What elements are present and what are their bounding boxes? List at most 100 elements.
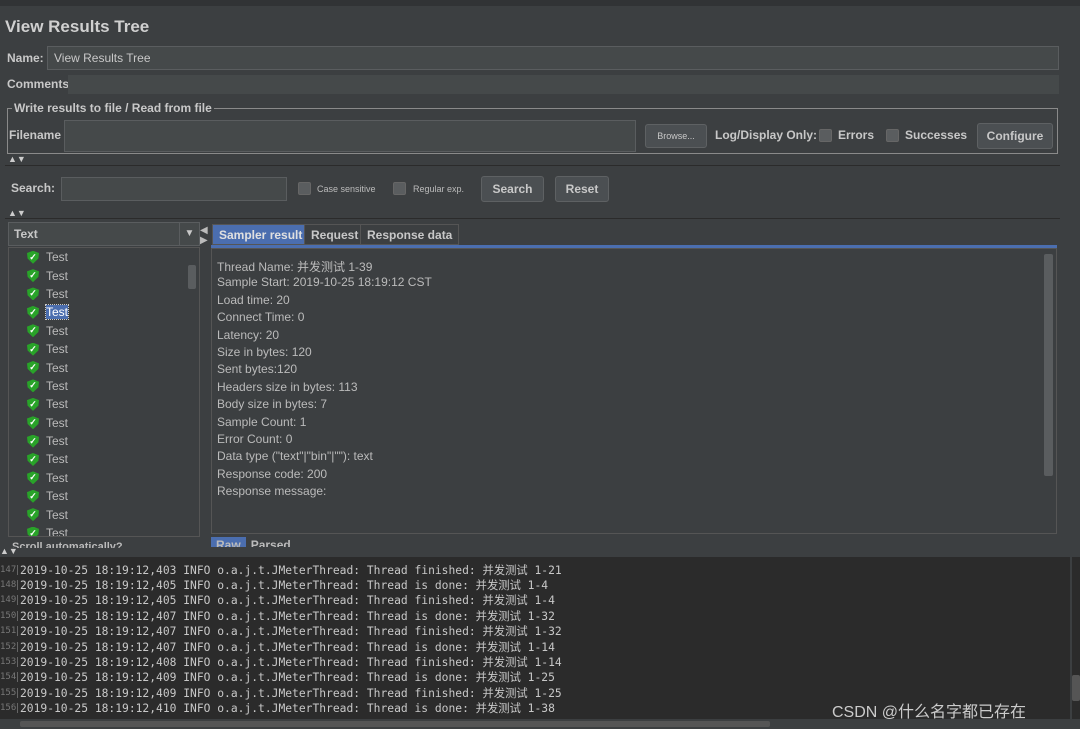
- tree-item[interactable]: ✓ Test: [9, 358, 199, 376]
- tree-item-label: Test: [46, 268, 69, 283]
- configure-button[interactable]: Configure: [977, 123, 1053, 149]
- log-vscroll[interactable]: [1072, 557, 1080, 719]
- log-line: 147 2019-10-25 18:19:12,403 INFO o.a.j.t.…: [0, 562, 1070, 577]
- search-input[interactable]: [61, 177, 287, 201]
- result-line: Sent bytes:120: [217, 362, 298, 377]
- tree-item-label: Test: [46, 526, 69, 537]
- result-scrollbar[interactable]: [1044, 254, 1053, 476]
- tree-item-label: Test: [46, 434, 69, 449]
- regular-exp-checkbox[interactable]: [393, 182, 406, 195]
- tree-item-label: Test: [46, 470, 69, 485]
- filename-label: Filename: [9, 128, 62, 142]
- result-line: Headers size in bytes: 113: [217, 379, 358, 394]
- log-text: 2019-10-25 18:19:12,410 INFO o.a.j.t.JMe…: [20, 702, 555, 716]
- success-shield-icon: ✓: [27, 397, 39, 411]
- name-input[interactable]: View Results Tree: [47, 46, 1059, 70]
- tab-1[interactable]: Request: [304, 224, 366, 245]
- sampler-result-panel: Thread Name: 并发测试 1-39 Sample Start: 2019…: [211, 248, 1057, 534]
- log-panel[interactable]: 147 2019-10-25 18:19:12,403 INFO o.a.j.t.…: [0, 557, 1070, 719]
- regular-exp-label: Regular exp.: [413, 184, 465, 194]
- tree-item[interactable]: ✓ Test: [9, 340, 199, 358]
- result-line: Load time: 20: [217, 292, 290, 307]
- log-splitter[interactable]: ▲▼: [0, 546, 1080, 557]
- tree-item[interactable]: ✓ Test: [9, 524, 199, 537]
- case-sensitive-checkbox[interactable]: [298, 182, 311, 195]
- tree-item-label: Test: [46, 286, 69, 301]
- success-shield-icon: ✓: [27, 269, 39, 283]
- tree-item-label: Test: [46, 323, 69, 338]
- renderer-select[interactable]: Text ▼: [8, 222, 200, 246]
- tree-item[interactable]: ✓ Test: [9, 432, 199, 450]
- tree-item-label: Test: [46, 489, 69, 504]
- name-label: Name:: [7, 51, 44, 65]
- collapse-arrows-icon[interactable]: ▲▼: [8, 154, 26, 164]
- page-title: View Results Tree: [5, 17, 150, 36]
- log-text: 2019-10-25 18:19:12,403 INFO o.a.j.t.JMe…: [20, 563, 562, 577]
- tree-item[interactable]: ✓ Test: [9, 303, 199, 321]
- tree-item[interactable]: ✓ Test: [9, 377, 199, 395]
- line-number: 155: [0, 687, 18, 698]
- log-text: 2019-10-25 18:19:12,408 INFO o.a.j.t.JMe…: [20, 656, 562, 670]
- results-tree: ✓ Test ✓ Test ✓ Test ✓ Test ✓ Test ✓ Test ✓ Test ✓ Test…: [8, 247, 200, 537]
- success-shield-icon: ✓: [27, 526, 39, 536]
- tree-item-label: Test: [46, 507, 69, 522]
- tree-item[interactable]: ✓ Test: [9, 248, 199, 266]
- successes-checkbox[interactable]: [886, 129, 899, 142]
- divider: [5, 165, 1060, 166]
- comments-input[interactable]: [68, 75, 1059, 94]
- browse-button[interactable]: Browse...: [645, 124, 707, 148]
- tab-0[interactable]: Sampler result: [212, 224, 310, 245]
- success-shield-icon: ✓: [27, 361, 39, 375]
- tree-item[interactable]: ✓ Test: [9, 414, 199, 432]
- tree-item[interactable]: ✓ Test: [9, 487, 199, 505]
- errors-checkbox[interactable]: [819, 129, 832, 142]
- tree-item[interactable]: ✓ Test: [9, 266, 199, 284]
- errors-label: Errors: [838, 128, 875, 142]
- result-line: Data type ("text"|"bin"|""): text: [217, 449, 373, 464]
- tab-parsed[interactable]: Parsed: [246, 537, 296, 547]
- reset-button[interactable]: Reset: [555, 176, 609, 202]
- split-arrows-icon[interactable]: ◀ ▶: [200, 226, 208, 246]
- filename-input[interactable]: [64, 120, 636, 152]
- log-line: 150 2019-10-25 18:19:12,407 INFO o.a.j.t.…: [0, 608, 1070, 623]
- tree-item-label: Test: [46, 342, 69, 357]
- log-text: 2019-10-25 18:19:12,405 INFO o.a.j.t.JMe…: [20, 594, 555, 608]
- search-button[interactable]: Search: [481, 176, 544, 202]
- tree-item-label: Test: [44, 304, 70, 321]
- tree-item[interactable]: ✓ Test: [9, 450, 199, 468]
- tree-item-label: Test: [46, 397, 69, 412]
- tree-item-label: Test: [46, 250, 69, 265]
- top-bar: [0, 0, 1080, 6]
- line-number: 150: [0, 610, 18, 621]
- tree-item[interactable]: ✓ Test: [9, 505, 199, 523]
- comments-label: Comments:: [7, 77, 74, 91]
- case-sensitive-label: Case sensitive: [317, 184, 376, 194]
- log-display-label: Log/Display Only:: [715, 128, 818, 142]
- success-shield-icon: ✓: [27, 452, 39, 466]
- log-text: 2019-10-25 18:19:12,409 INFO o.a.j.t.JMe…: [20, 671, 555, 685]
- tree-item[interactable]: ✓ Test: [9, 395, 199, 413]
- log-line: 154 2019-10-25 18:19:12,409 INFO o.a.j.t.…: [0, 670, 1070, 685]
- log-text: 2019-10-25 18:19:12,407 INFO o.a.j.t.JMe…: [20, 625, 562, 639]
- chevron-down-icon[interactable]: ▼: [179, 223, 199, 245]
- tree-item[interactable]: ✓ Test: [9, 285, 199, 303]
- tree-item[interactable]: ✓ Test: [9, 322, 199, 340]
- tree-scrollbar[interactable]: [188, 265, 196, 289]
- result-line: Connect Time: 0: [217, 310, 305, 325]
- success-shield-icon: ✓: [27, 379, 39, 393]
- tab-2[interactable]: Response data: [360, 224, 460, 245]
- log-line: 148 2019-10-25 18:19:12,405 INFO o.a.j.t.…: [0, 577, 1070, 592]
- log-text: 2019-10-25 18:19:12,405 INFO o.a.j.t.JMe…: [20, 579, 549, 593]
- line-number: 149: [0, 595, 18, 606]
- tree-item-label: Test: [46, 452, 69, 467]
- tab-raw[interactable]: Raw: [211, 537, 246, 547]
- tree-item-label: Test: [46, 378, 69, 393]
- log-text: 2019-10-25 18:19:12,409 INFO o.a.j.t.JMe…: [20, 686, 562, 700]
- search-label: Search:: [11, 181, 56, 195]
- success-shield-icon: ✓: [27, 508, 39, 522]
- successes-label: Successes: [905, 128, 968, 142]
- result-line: Sample Start: 2019-10-25 18:19:12 CST: [217, 275, 432, 290]
- tree-item[interactable]: ✓ Test: [9, 469, 199, 487]
- success-shield-icon: ✓: [27, 434, 39, 448]
- collapse-arrows-icon[interactable]: ▲▼: [8, 208, 26, 218]
